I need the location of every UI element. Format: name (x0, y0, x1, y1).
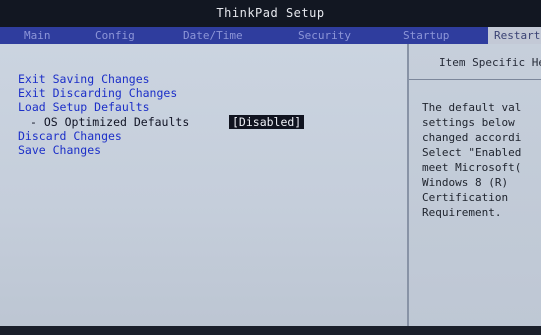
exit-discarding-changes-item[interactable]: Exit Discarding Changes (18, 86, 177, 100)
bottom-edge (0, 326, 541, 335)
help-line: Certification (422, 191, 509, 204)
exit-saving-changes-item[interactable]: Exit Saving Changes (18, 72, 150, 86)
help-panel: Item Specific Help The default val setti… (409, 44, 541, 335)
help-text: The default val settings below changed a… (422, 100, 521, 220)
help-title: Item Specific Help (439, 56, 541, 69)
menu-bar: Main Config Date/Time Security Startup R… (0, 27, 541, 44)
bios-screen: ThinkPad Setup Main Config Date/Time Sec… (0, 0, 541, 335)
help-line: Windows 8 (R) (422, 176, 509, 189)
tab-startup[interactable]: Startup (403, 27, 449, 44)
tab-main[interactable]: Main (24, 27, 51, 44)
save-changes-item[interactable]: Save Changes (18, 143, 101, 157)
help-line: settings below (422, 116, 515, 129)
help-header: Item Specific Help (409, 44, 541, 80)
os-optimized-defaults-value[interactable]: [Disabled] (229, 115, 305, 129)
tab-security[interactable]: Security (298, 27, 351, 44)
help-line: meet Microsoft( (422, 161, 522, 174)
tab-date-time[interactable]: Date/Time (183, 27, 243, 44)
tab-restart[interactable]: Restart (488, 27, 541, 44)
tab-config[interactable]: Config (95, 27, 135, 44)
help-line: Requirement. (422, 206, 502, 219)
help-line: changed accordi (422, 131, 522, 144)
window-title: ThinkPad Setup (0, 0, 541, 27)
discard-changes-item[interactable]: Discard Changes (18, 129, 122, 143)
load-setup-defaults-item[interactable]: Load Setup Defaults (18, 100, 150, 114)
help-line: Select "Enabled (422, 146, 522, 159)
os-optimized-defaults-item[interactable]: - OS Optimized Defaults (30, 115, 189, 129)
help-line: The default val (422, 101, 522, 114)
